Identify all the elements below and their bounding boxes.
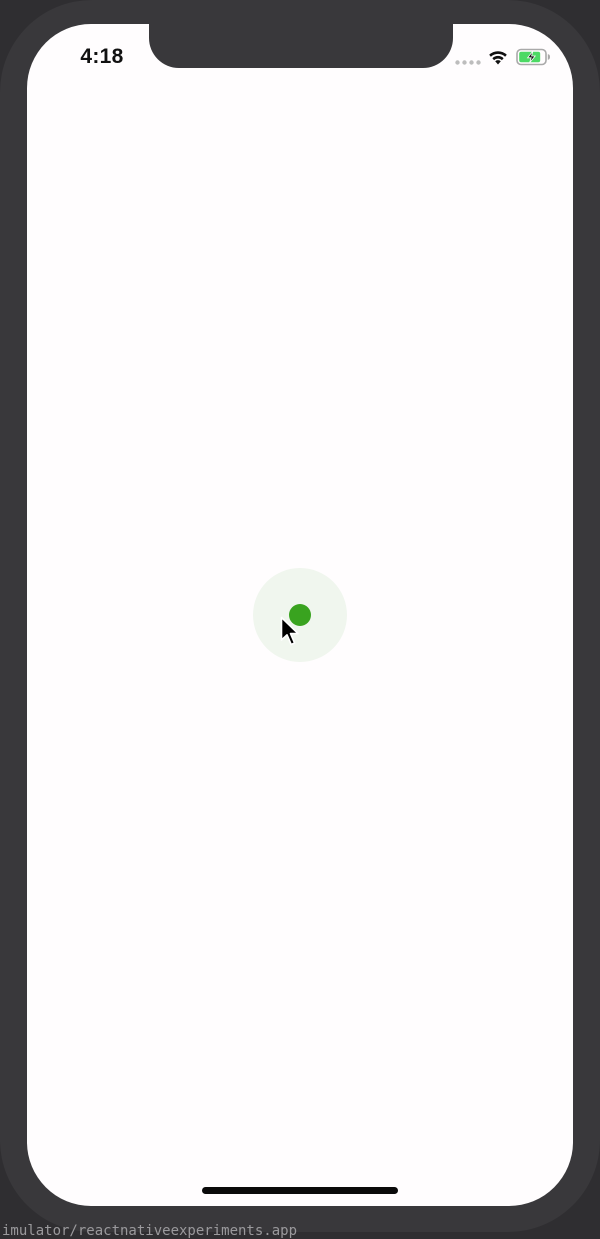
signal-dots-icon bbox=[455, 60, 481, 65]
notch bbox=[149, 24, 453, 68]
arrow-cursor-icon bbox=[280, 616, 302, 650]
home-indicator[interactable] bbox=[202, 1187, 398, 1194]
console-path-text: imulator/reactnativeexperiments.app bbox=[2, 1223, 298, 1239]
status-bar-time: 4:18 bbox=[80, 45, 124, 68]
battery-charging-icon bbox=[516, 48, 552, 66]
device-frame: 4:18 bbox=[0, 0, 600, 1232]
simulator-window: 4:18 imulator/reactnativeexperiments.app bbox=[0, 0, 600, 1239]
wifi-icon bbox=[487, 48, 509, 66]
app-screen[interactable]: 4:18 bbox=[27, 24, 573, 1206]
